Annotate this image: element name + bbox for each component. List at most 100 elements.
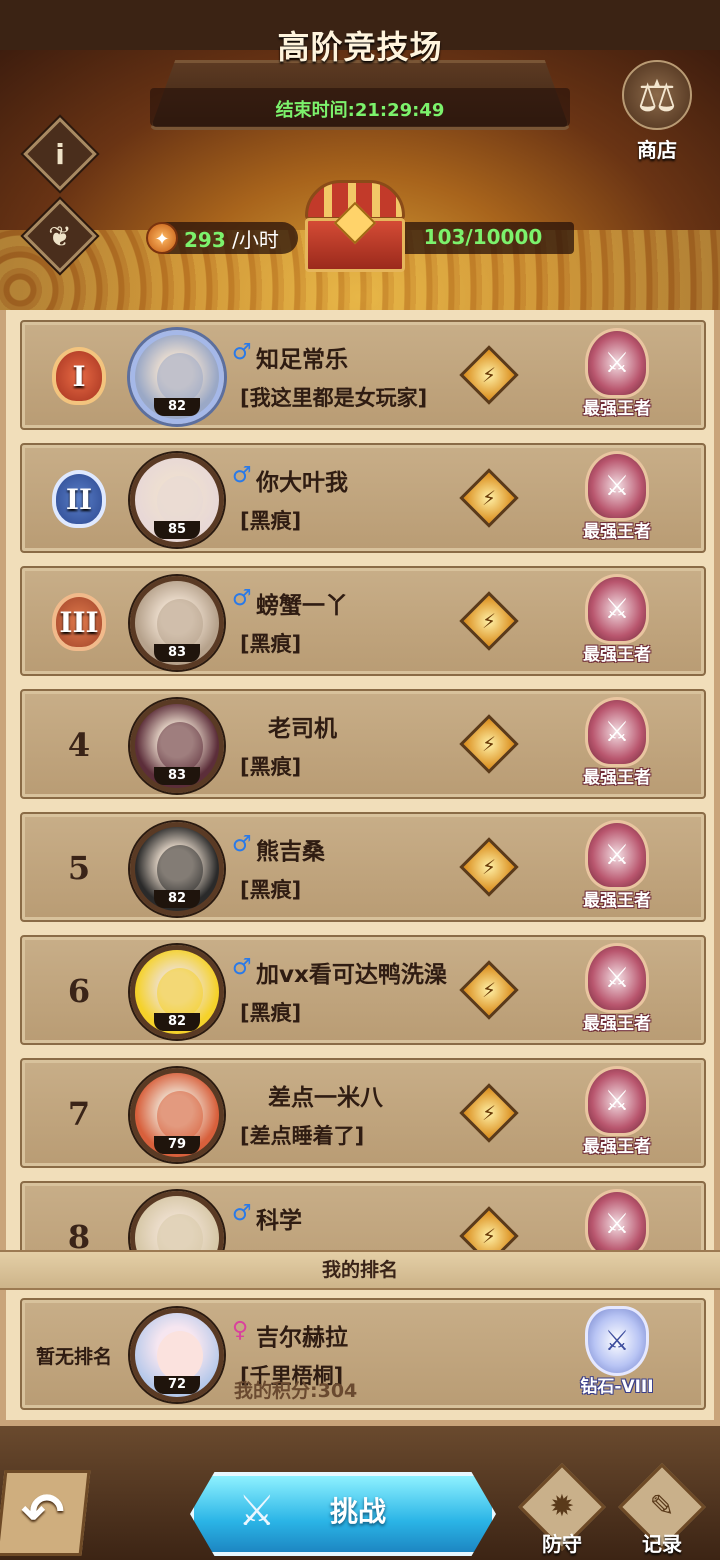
my-tier[interactable]: ⚔ 钻石-VIII [574,1306,660,1404]
avatar-face [157,353,203,403]
battle-icon: ⚡ [481,855,497,879]
avatar-face [157,1331,203,1381]
tier-badge: ⚔ 最强王者 [574,1066,660,1164]
player-name: 螃蟹一丫 [256,593,348,619]
ranking-row[interactable]: III 83 ♂ 螃蟹一丫 [黑痕] ⚡ ⚔ 最强王者 [20,566,706,676]
ranking-row[interactable]: II 85 ♂ 你大叶我 [黑痕] ⚡ ⚔ 最强王者 [20,443,706,553]
rate-unit: /小时 [225,228,279,252]
rank-number: 4 [67,726,91,764]
my-tier-label: 钻石-VIII [580,1377,654,1397]
king-tier-icon: ⚔ [585,1189,649,1250]
tier-label: 最强王者 [583,1014,651,1034]
tier-badge: ⚔ 最强王者 [574,451,660,549]
scale-icon: ⚖ [622,60,692,130]
male-icon: ♂ [232,463,252,488]
rank-badge: III [44,590,114,654]
diamond-tier-icon: ⚔ [585,1306,649,1376]
tier-label: 最强王者 [583,645,651,665]
king-tier-icon: ⚔ [585,328,649,398]
player-name: 加vx看可达鸭洗澡 [256,962,447,988]
guild-name: [黑痕] [240,878,302,902]
shield-icon: ✹ [549,1489,575,1524]
player-name: 差点一米八 [268,1085,383,1111]
avatar-face [157,722,203,772]
treasure-chest[interactable] [300,180,410,275]
king-tier-icon: ⚔ [585,451,649,521]
level-tag: 79 [154,1136,200,1154]
guild-name: [黑痕] [240,509,302,533]
level-tag: 83 [154,644,200,662]
male-icon: ♂ [232,1201,252,1226]
avatar-face [157,599,203,649]
rank-badge: II [44,467,114,531]
rate-value: 293 [184,228,226,252]
tier-badge: ⚔ 最强王者 [574,328,660,426]
scroll-icon: ✎ [649,1489,675,1524]
king-tier-icon: ⚔ [585,943,649,1013]
rank-badge: 8 [44,1205,114,1250]
defense-label: 防守 [542,1532,582,1556]
view-battle-button[interactable]: ⚡ [459,468,519,528]
record-button[interactable]: ✎ 记录 [618,1463,706,1560]
avatar-face [157,968,203,1018]
arena-coin-icon: ✦ [146,222,178,254]
rank-shield-icon: II [52,470,106,528]
battle-icon: ⚡ [481,1224,497,1248]
battle-icon: ⚡ [481,732,497,756]
guild-name: [黑痕] [240,755,302,779]
sprout-icon: ❦ [48,219,72,253]
defense-button[interactable]: ✹ 防守 [518,1463,606,1560]
view-battle-button[interactable]: ⚡ [459,837,519,897]
back-arrow-icon: ↶ [21,1483,65,1543]
shop-button[interactable]: ⚖ 商店 [612,60,702,220]
view-battle-button[interactable]: ⚡ [459,960,519,1020]
tier-label: 最强王者 [583,1137,651,1157]
ranking-row[interactable]: 6 82 ♂ 加vx看可达鸭洗澡 [黑痕] ⚡ ⚔ 最强王者 [20,935,706,1045]
king-tier-icon: ⚔ [585,820,649,890]
battle-icon: ⚡ [481,609,497,633]
ranking-row[interactable]: 8 ♂ 科学 ⚡ ⚔ [20,1181,706,1250]
player-name: 老司机 [268,716,337,742]
view-battle-button[interactable]: ⚡ [459,591,519,651]
view-battle-button[interactable]: ⚡ [459,714,519,774]
male-icon: ♂ [232,832,252,857]
guild-name: [黑痕] [240,1001,302,1025]
male-icon: ♂ [232,340,252,365]
rank-number: 7 [67,1095,91,1133]
my-ranking-title: 我的排名 [321,1259,398,1281]
player-name: 熊吉桑 [256,839,325,865]
view-battle-button[interactable]: ⚡ [459,1206,519,1250]
ranking-row[interactable]: I 82 ♂ 知足常乐 [我这里都是女玩家] ⚡ ⚔ 最强王者 [20,320,706,430]
view-battle-button[interactable]: ⚡ [459,345,519,405]
my-ranking-row[interactable]: 暂无排名 72 ♀ 吉尔赫拉 [千里梧桐] 我的积分:304 ⚔ 钻石-VIII [20,1298,706,1410]
back-button[interactable]: ↶ [0,1470,91,1556]
tier-badge: ⚔ [574,1189,660,1250]
ranking-list[interactable]: I 82 ♂ 知足常乐 [我这里都是女玩家] ⚡ ⚔ 最强王者 II 85 ♂ 你大叶我 [黑痕] ⚡ ⚔ 最… [0,310,720,1250]
my-ranking-area: 暂无排名 72 ♀ 吉尔赫拉 [千里梧桐] 我的积分:304 ⚔ 钻石-VIII [0,1290,720,1420]
view-battle-button[interactable]: ⚡ [459,1083,519,1143]
tier-badge: ⚔ 最强王者 [574,697,660,795]
male-icon: ♂ [232,586,252,611]
tier-label: 最强王者 [583,768,651,788]
my-rank-text: 暂无排名 [36,1346,113,1368]
record-label: 记录 [642,1532,682,1556]
ranking-row[interactable]: 7 79 差点一米八 [差点睡着了] ⚡ ⚔ 最强王者 [20,1058,706,1168]
rank-number: 5 [67,849,91,887]
guild-name: [黑痕] [240,632,302,656]
player-name: 你大叶我 [256,470,348,496]
rank-badge: 4 [44,713,114,777]
tier-label: 最强王者 [583,399,651,419]
battle-icon: ⚡ [481,363,497,387]
tier-badge: ⚔ 最强王者 [574,820,660,918]
ranking-row[interactable]: 5 82 ♂ 熊吉桑 [黑痕] ⚡ ⚔ 最强王者 [20,812,706,922]
player-avatar[interactable] [130,1191,224,1250]
guild-name: [我这里都是女玩家] [240,386,428,410]
my-ranking-header: 我的排名 [0,1250,720,1290]
level-tag: 83 [154,767,200,785]
ranking-row[interactable]: 4 83 老司机 [黑痕] ⚡ ⚔ 最强王者 [20,689,706,799]
level-tag: 82 [154,398,200,416]
player-name: 科学 [256,1208,302,1234]
rank-number: 6 [67,972,91,1010]
rank-badge: 6 [44,959,114,1023]
level-tag: 85 [154,521,200,539]
